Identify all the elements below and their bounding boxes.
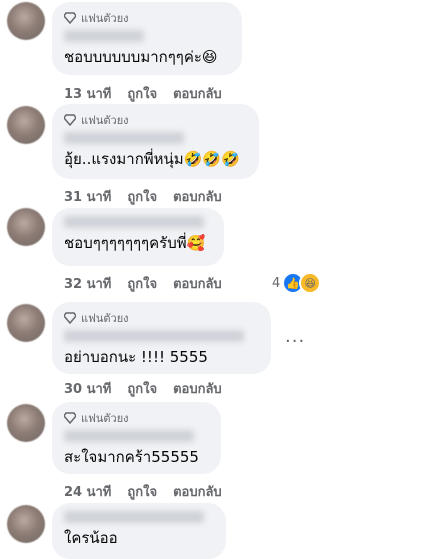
comment-text: อุ้ย..แรงมากพี่หนุ่ม🤣🤣🤣 — [64, 150, 240, 168]
fan-badge-label: แฟนตัวยง — [81, 12, 129, 25]
haha-reaction-icon: 😆 — [299, 272, 322, 294]
like-link[interactable]: ถูกใจ — [127, 481, 157, 502]
reply-link[interactable]: ตอบกลับ — [173, 186, 222, 207]
avatar[interactable] — [7, 2, 45, 40]
diamond-icon — [64, 12, 76, 24]
comment-time[interactable]: 31 นาที — [64, 186, 111, 207]
avatar[interactable] — [7, 208, 45, 246]
reaction-count: 4 — [272, 275, 281, 291]
reply-link[interactable]: ตอบกลับ — [173, 481, 222, 502]
diamond-icon — [64, 312, 76, 324]
reply-link[interactable]: ตอบกลับ — [173, 83, 222, 104]
like-link[interactable]: ถูกใจ — [127, 378, 157, 399]
comment-actions: 31 นาที ถูกใจ ตอบกลับ — [64, 186, 222, 207]
comment-text: ใครน้ออ — [64, 529, 118, 547]
author-name[interactable] — [64, 430, 194, 442]
avatar[interactable] — [7, 304, 45, 342]
comment-text: อย่าบอกนะ !!!! 5555 — [64, 348, 208, 366]
comment-bubble: แฟนตัวยง อย่าบอกนะ !!!! 5555 — [52, 302, 271, 374]
fan-badge[interactable]: แฟนตัวยง — [64, 310, 259, 326]
like-link[interactable]: ถูกใจ — [127, 83, 157, 104]
comment-bubble: ใครน้ออ — [52, 503, 226, 559]
avatar[interactable] — [7, 505, 45, 543]
comment-actions: 24 นาที ถูกใจ ตอบกลับ — [64, 481, 222, 502]
author-name[interactable] — [64, 132, 184, 144]
comment-text: ชอบบบบบบมากๆๆค่ะ😆 — [64, 48, 218, 66]
avatar[interactable] — [7, 106, 45, 144]
comment-actions: 32 นาที ถูกใจ ตอบกลับ — [64, 273, 222, 294]
comment-actions: 13 นาที ถูกใจ ตอบกลับ — [64, 83, 222, 104]
comment-time[interactable]: 30 นาที — [64, 378, 111, 399]
diamond-icon — [64, 412, 76, 424]
comment-time[interactable]: 24 นาที — [64, 481, 111, 502]
diamond-icon — [64, 114, 76, 126]
fan-badge[interactable]: แฟนตัวยง — [64, 112, 247, 128]
fan-badge-label: แฟนตัวยง — [81, 412, 129, 425]
comment-actions: 30 นาที ถูกใจ ตอบกลับ — [64, 378, 222, 399]
comment-text: สะใจมากคร้า55555 — [64, 448, 199, 466]
comment-bubble: แฟนตัวยง สะใจมากคร้า55555 — [52, 402, 221, 474]
author-name[interactable] — [64, 30, 144, 42]
like-link[interactable]: ถูกใจ — [127, 273, 157, 294]
fan-badge[interactable]: แฟนตัวยง — [64, 10, 230, 26]
comment-time[interactable]: 32 นาที — [64, 273, 111, 294]
like-link[interactable]: ถูกใจ — [127, 186, 157, 207]
comment-text: ชอบๆๆๆๆๆๆๆครับพี่🥰 — [64, 234, 206, 252]
author-name[interactable] — [64, 511, 204, 523]
avatar[interactable] — [7, 404, 45, 442]
comment-bubble: ชอบๆๆๆๆๆๆๆครับพี่🥰 — [52, 208, 224, 266]
fan-badge-label: แฟนตัวยง — [81, 114, 129, 127]
comment-bubble: แฟนตัวยง อุ้ย..แรงมากพี่หนุ่ม🤣🤣🤣 — [52, 104, 259, 179]
comment-bubble: แฟนตัวยง ชอบบบบบบมากๆๆค่ะ😆 — [52, 2, 242, 75]
more-options-button[interactable]: ... — [285, 326, 305, 347]
reply-link[interactable]: ตอบกลับ — [173, 273, 222, 294]
reply-link[interactable]: ตอบกลับ — [173, 378, 222, 399]
author-name[interactable] — [64, 330, 244, 342]
comment-time[interactable]: 13 นาที — [64, 83, 111, 104]
fan-badge-label: แฟนตัวยง — [81, 312, 129, 325]
fan-badge[interactable]: แฟนตัวยง — [64, 410, 209, 426]
author-name[interactable] — [64, 216, 204, 228]
reaction-summary[interactable]: 4 👍 😆 — [272, 272, 322, 294]
